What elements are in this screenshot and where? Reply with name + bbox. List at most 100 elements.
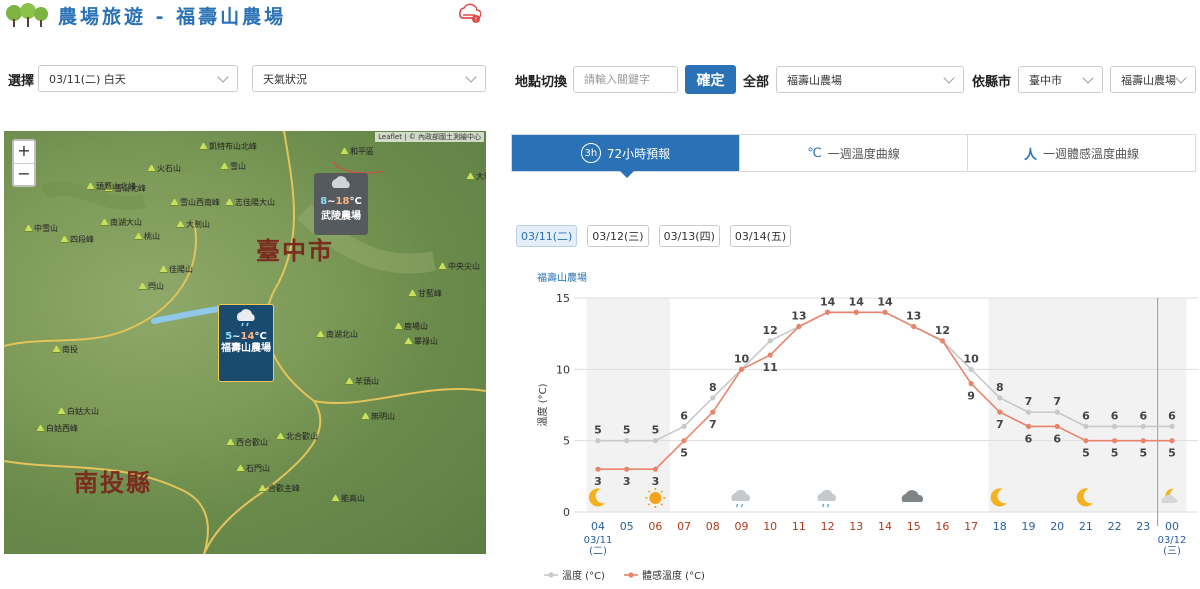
x-tick-label: 14 (878, 520, 892, 533)
tab-weekly-apparent-temp[interactable]: 人 一週體感溫度曲線 (967, 135, 1195, 171)
apparent-point (1169, 438, 1175, 444)
apparent-point (681, 438, 687, 444)
map-peak: 桃山 (134, 231, 160, 242)
temp-data-label: 10 (734, 352, 750, 365)
weather-alert-icon[interactable]: ! (455, 2, 481, 24)
farm-select[interactable]: 福壽山農場 (1110, 66, 1196, 93)
x-tick-label: 20 (1050, 520, 1064, 533)
weather-type-select[interactable]: 天氣狀況 (252, 65, 486, 92)
chevron-down-icon (1175, 71, 1187, 84)
thermometer-icon: ℃ (807, 145, 822, 161)
cloud-rain-icon (817, 489, 837, 508)
temp-point (1083, 423, 1089, 429)
temp-data-label: 6 (1082, 409, 1090, 422)
map-peak: 志佳陽大山 (225, 197, 275, 208)
map-peak: 頭鷹山北峰 (86, 181, 136, 192)
legend-apparent-label: 體感溫度 (°C) (642, 569, 705, 582)
temp-data-label: 5 (652, 424, 660, 437)
apparent-data-label: 9 (967, 390, 975, 403)
map-peak: 中央尖山 (438, 261, 480, 272)
temp-data-label: 5 (623, 424, 631, 437)
day-button[interactable]: 03/12(三) (587, 225, 649, 247)
temp-data-label: 8 (996, 381, 1004, 394)
apparent-data-label: 6 (1025, 432, 1033, 445)
temp-data-label: 14 (849, 295, 865, 308)
county-select[interactable]: 臺中市 (1018, 66, 1103, 93)
temp-point (1112, 423, 1118, 429)
location-search-input[interactable] (573, 66, 678, 93)
apparent-data-label: 5 (1082, 447, 1090, 460)
apparent-point (767, 352, 773, 358)
x-tick-label: 07 (677, 520, 691, 533)
map-peak: 大劍山 (176, 219, 210, 230)
svg-text:!: ! (475, 17, 477, 24)
x-tick-label: 23 (1136, 520, 1150, 533)
apparent-point (1054, 423, 1060, 429)
forecast-tabs: 3h 72小時預報 ℃ 一週溫度曲線 人 一週體感溫度曲線 (511, 134, 1196, 178)
apparent-data-label: 5 (1139, 447, 1147, 460)
map-attribution: Leaflet | © 內政部國土測繪中心 (375, 132, 484, 142)
temp-data-label: 10 (963, 352, 979, 365)
confirm-button[interactable]: 確定 (685, 65, 736, 94)
all-farm-select[interactable]: 福壽山農場 (776, 66, 964, 93)
cloud-rain-icon (236, 309, 255, 327)
x-tick-label: 15 (907, 520, 921, 533)
temp-point (681, 423, 687, 429)
x-tick-label: 04 (591, 520, 605, 533)
apparent-point (1140, 438, 1146, 444)
weather-map[interactable]: + − Leaflet | © 內政部國土測繪中心 臺中市 南投縣 凱特布山北峰… (4, 131, 486, 554)
clock-3h-icon: 3h (580, 143, 601, 163)
date-period-select[interactable]: 03/11(二) 白天 (38, 65, 238, 92)
apparent-point (911, 323, 917, 330)
x-tick-label: 19 (1022, 520, 1036, 533)
x-weekday-label: (三) (1163, 546, 1181, 557)
station-temp: 5~14°C (225, 331, 267, 342)
temp-point (595, 438, 601, 444)
zoom-in-button[interactable]: + (14, 141, 34, 163)
all-farm-value: 福壽山農場 (787, 73, 842, 87)
map-peak: 羊頭山 (345, 376, 379, 387)
tab-weekly-temp[interactable]: ℃ 一週溫度曲線 (739, 135, 967, 171)
legend-temp-marker (548, 572, 554, 578)
cloud-icon (901, 490, 924, 502)
x-tick-label: 10 (763, 520, 777, 533)
temperature-chart: 051015溫度 (°C)04 05 06 07 08 09 10 11 12 13 14 15 16 1… (536, 292, 1198, 582)
map-peak: 南湖大山 (100, 217, 142, 228)
apparent-point (595, 466, 601, 472)
county-label: 依縣市 (972, 75, 1012, 90)
zoom-out-button[interactable]: − (14, 163, 34, 185)
apparent-data-label: 3 (594, 475, 602, 488)
apparent-point (997, 409, 1003, 415)
tab-72h-forecast[interactable]: 3h 72小時預報 (512, 135, 739, 178)
map-peak: 佳陽山 (159, 264, 193, 275)
apparent-data-label: 7 (709, 418, 717, 431)
map-peak: 火石山 (147, 163, 181, 174)
apparent-point (825, 309, 831, 315)
date-period-value: 03/11(二) 白天 (49, 72, 126, 86)
person-thermometer-icon: 人 (1023, 147, 1037, 163)
station-marker-fushoushan[interactable]: 5~14°C 福壽山農場 (218, 304, 274, 382)
temp-data-label: 7 (1053, 395, 1061, 408)
apparent-point (710, 409, 716, 415)
apparent-point (624, 466, 630, 472)
y-axis-label: 溫度 (°C) (536, 383, 549, 426)
zoom-control: + − (12, 139, 36, 187)
apparent-point (882, 309, 888, 315)
day-button[interactable]: 03/14(五) (729, 225, 792, 247)
apparent-point (652, 466, 658, 472)
day-button[interactable]: 03/11(二) (516, 225, 578, 247)
apparent-data-label: 3 (623, 475, 631, 488)
page-title: 農場旅遊 - 福壽山農場 (58, 5, 287, 28)
apparent-point (939, 338, 945, 344)
y-tick-label: 10 (556, 363, 570, 376)
temp-point (1025, 409, 1032, 415)
apparent-point (1112, 438, 1118, 444)
map-peak: 畢祿山 (404, 336, 438, 347)
temp-data-label: 7 (1025, 395, 1033, 408)
temp-data-label: 14 (820, 295, 836, 308)
county-label-taichung: 臺中市 (256, 237, 334, 265)
temp-point (767, 338, 773, 344)
map-peak: 大霸尖山 (466, 171, 486, 182)
day-button[interactable]: 03/13(四) (658, 225, 720, 247)
station-marker-wuling[interactable]: 8~18°C 武陵農場 (314, 173, 368, 235)
